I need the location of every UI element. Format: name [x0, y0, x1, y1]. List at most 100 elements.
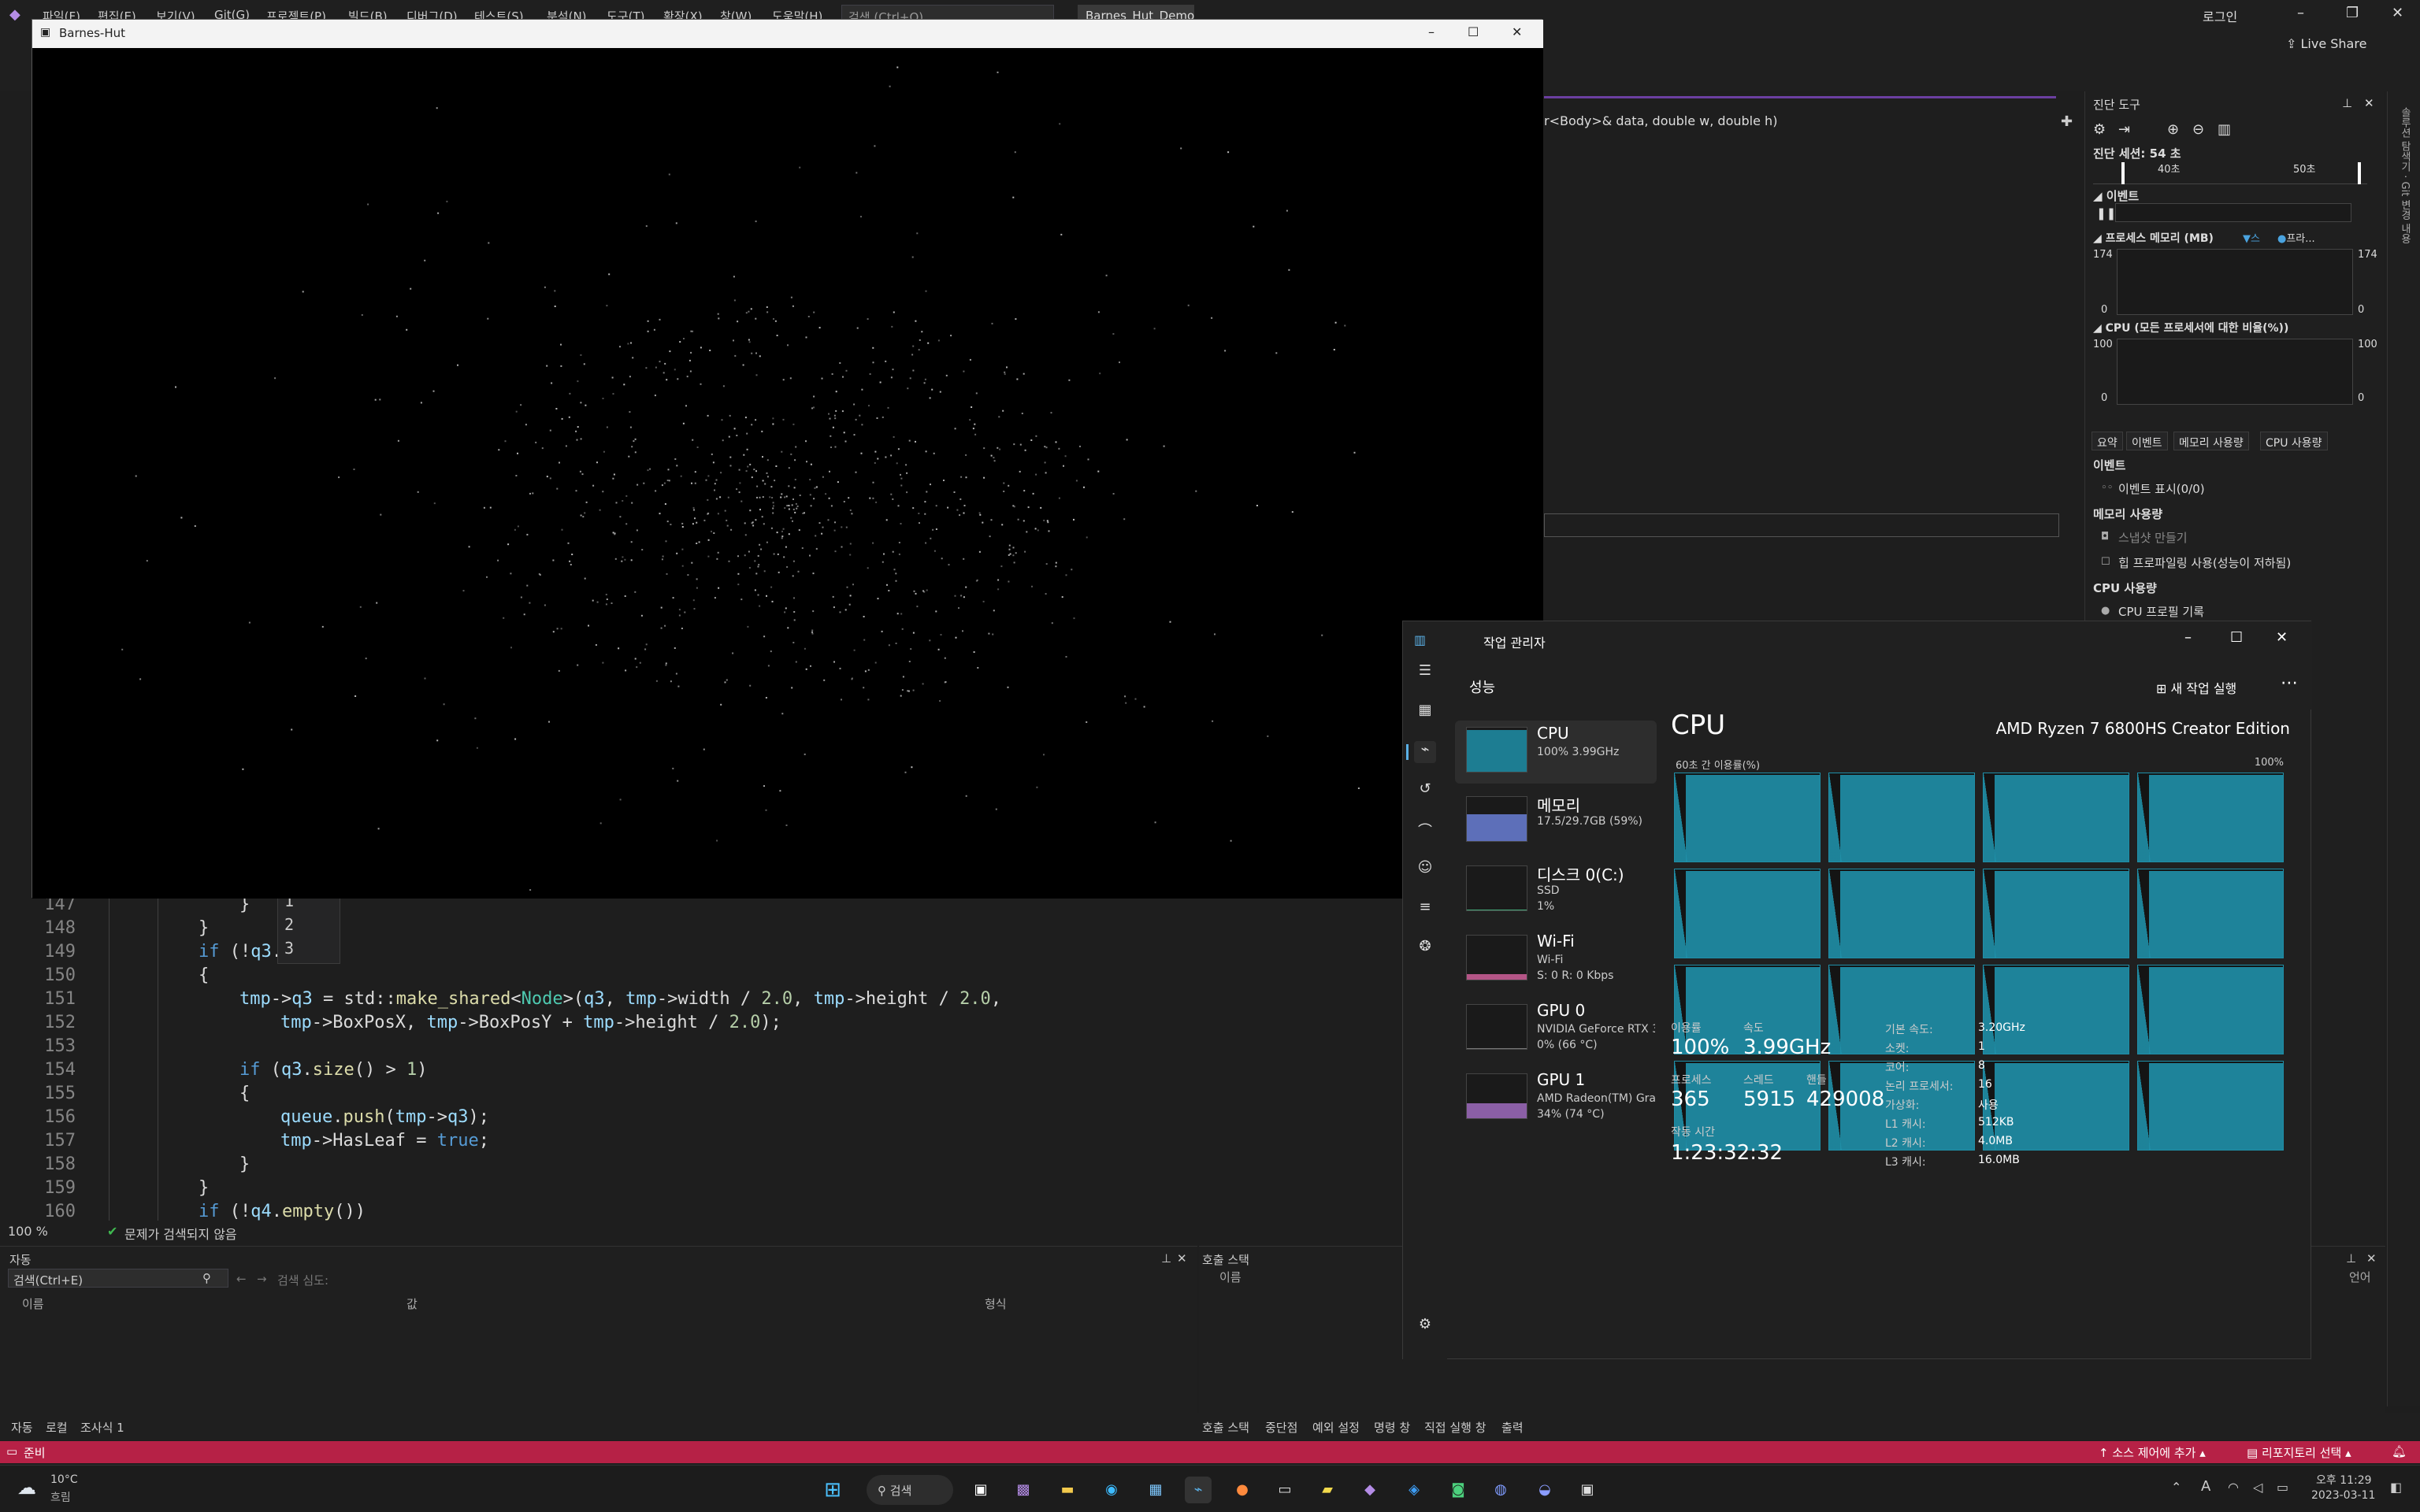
resource-item[interactable]: GPU 1 AMD Radeon(TM) Grap 34% (74 °C) — [1455, 1067, 1657, 1130]
firefox-icon[interactable]: ● — [1229, 1477, 1256, 1503]
tab-memory[interactable]: 메모리 사용량 — [2173, 432, 2249, 450]
sticky-notes-icon[interactable]: ▰ — [1314, 1477, 1341, 1503]
autos-search-input[interactable]: 검색(Ctrl+E) ⚲ — [8, 1269, 228, 1288]
store-icon[interactable]: ▦ — [1142, 1477, 1169, 1503]
right-rail-label[interactable]: 솔루션 탐색기 · Git 변경 내용 — [2397, 107, 2412, 244]
cpu-heading[interactable]: ◢ CPU (모든 프로세서에 대한 비율(%)) — [2093, 320, 2288, 335]
tm-close-icon[interactable]: ✕ — [2276, 629, 2288, 646]
callstack-close-icon[interactable]: ✕ — [2366, 1251, 2377, 1266]
bh-minimize-icon[interactable]: – — [1428, 24, 1435, 39]
weather-icon[interactable]: ☁ — [17, 1477, 36, 1499]
right-tool-rail[interactable]: 솔루션 탐색기 · Git 변경 내용 — [2387, 91, 2420, 1406]
autos-col-name[interactable]: 이름 — [22, 1295, 44, 1312]
tab-autos[interactable]: 자동 — [11, 1419, 33, 1436]
zoom-in-icon[interactable]: ⊕ — [2167, 121, 2179, 138]
snapshot-button[interactable]: 스냅샷 만들기 — [2118, 529, 2188, 546]
chart-icon[interactable]: ▥ — [2218, 121, 2231, 138]
performance-icon[interactable]: ⌁ — [1414, 741, 1436, 763]
resource-item[interactable]: Wi-Fi Wi-Fi S: 0 R: 0 Kbps — [1455, 928, 1657, 991]
tm-settings-icon[interactable]: ⚙ — [1414, 1316, 1436, 1338]
start-icon[interactable]: ⊞ — [819, 1477, 846, 1503]
edge-icon[interactable]: ◉ — [1098, 1477, 1125, 1503]
file-explorer-icon[interactable]: ▬ — [1054, 1477, 1081, 1503]
resource-item[interactable]: 디스크 0(C:) SSD 1% — [1455, 859, 1657, 922]
callstack-col-lang[interactable]: 언어 — [2349, 1269, 2371, 1285]
login-button[interactable]: 로그인 — [2203, 6, 2237, 25]
autos-col-type[interactable]: 형식 — [985, 1295, 1007, 1312]
timeline-handle-left[interactable] — [2121, 162, 2125, 184]
repo-select-button[interactable]: ▤ 리포지토리 선택 ▴ — [2247, 1444, 2351, 1461]
startup-icon[interactable]: ⌒ — [1414, 820, 1436, 842]
diag-close-icon[interactable]: ✕ — [2364, 96, 2374, 110]
editor-horizontal-scrollbar[interactable] — [1544, 513, 2059, 537]
bh-maximize-icon[interactable]: ☐ — [1468, 24, 1479, 39]
show-events-link[interactable]: 이벤트 표시(0/0) — [2118, 480, 2205, 497]
barnes-hut-window[interactable]: ▣ Barnes-Hut – ☐ ✕ — [32, 19, 1543, 899]
barnes-hut-taskbar-icon[interactable]: ▣ — [1574, 1477, 1601, 1503]
visual-studio-icon[interactable]: ◆ — [1357, 1477, 1383, 1503]
autos-pin-icon[interactable]: ⊥ — [1161, 1251, 1171, 1266]
battery-icon[interactable]: ▭ — [2277, 1480, 2288, 1495]
details-icon[interactable]: ≡ — [1414, 899, 1436, 921]
tab-callstack[interactable]: 호출 스택 — [1202, 1419, 1249, 1436]
notification-bell-icon[interactable]: 🔔︎ — [2392, 1444, 2407, 1458]
notification-icon[interactable]: ◧ — [2390, 1480, 2402, 1495]
zoom-out-icon[interactable]: ⊖ — [2192, 121, 2204, 138]
tab-output[interactable]: 출력 — [1501, 1419, 1524, 1436]
autos-close-icon[interactable]: ✕ — [1177, 1251, 1187, 1266]
add-icon[interactable]: ✚ — [2061, 113, 2073, 130]
jetbrains-icon[interactable]: ◙ — [1445, 1477, 1472, 1503]
forward-arrow-icon[interactable]: → — [257, 1272, 267, 1286]
events-heading[interactable]: ◢ 이벤트 — [2093, 187, 2139, 204]
more-options-icon[interactable]: ⋯ — [2281, 673, 2298, 693]
tm-maximize-icon[interactable]: ☐ — [2230, 629, 2243, 646]
settings-icon[interactable]: ⚙ — [2093, 121, 2106, 138]
resource-item[interactable]: CPU 100% 3.99GHz — [1455, 721, 1657, 784]
autocomplete-popup[interactable]: 1 2 3 — [277, 888, 340, 964]
issues-text[interactable]: 문제가 검색되지 않음 — [124, 1224, 237, 1243]
tab-exceptions[interactable]: 예외 설정 — [1312, 1419, 1360, 1436]
vs-close-icon[interactable]: ✕ — [2392, 5, 2403, 21]
app-icon-2[interactable]: ◍ — [1487, 1477, 1514, 1503]
resource-item[interactable]: 메모리 17.5/29.7GB (59%) — [1455, 790, 1657, 853]
callstack-col-name[interactable]: 이름 — [1219, 1269, 1242, 1285]
history-icon[interactable]: ↺ — [1414, 780, 1436, 802]
wifi-icon[interactable]: ◠ — [2228, 1480, 2239, 1495]
terminal-icon[interactable]: ▭ — [1271, 1477, 1298, 1503]
checkbox-icon[interactable]: ☐ — [2101, 556, 2110, 568]
live-share-button[interactable]: ⇪ Live Share — [2286, 36, 2366, 51]
tab-cpu[interactable]: CPU 사용량 — [2260, 432, 2328, 450]
resource-item[interactable]: GPU 0 NVIDIA GeForce RTX 3(0% (66 °C) — [1455, 998, 1657, 1061]
memory-heading[interactable]: ◢ 프로세스 메모리 (MB) — [2093, 230, 2214, 246]
search-icon[interactable]: ⚲ — [202, 1271, 211, 1285]
vs-minimize-icon[interactable]: – — [2297, 5, 2304, 21]
users-icon[interactable]: ☺ — [1414, 859, 1436, 881]
source-control-button[interactable]: ↑ 소스 제어에 추가 ▴ — [2099, 1444, 2206, 1461]
tab-events[interactable]: 이벤트 — [2126, 432, 2168, 450]
clock-date[interactable]: 2023-03-11 — [2311, 1489, 2375, 1502]
callstack-pin-icon[interactable]: ⊥ — [2346, 1251, 2356, 1266]
tab-watch[interactable]: 조사식 1 — [80, 1419, 124, 1436]
autocomplete-item[interactable]: 2 — [278, 913, 340, 936]
chat-icon[interactable]: ▩ — [1010, 1477, 1037, 1503]
services-icon[interactable]: ❂ — [1414, 938, 1436, 960]
task-view-icon[interactable]: ▣ — [967, 1477, 994, 1503]
tab-locals[interactable]: 로컬 — [46, 1419, 68, 1436]
task-manager-titlebar[interactable]: ▥ 작업 관리자 – ☐ ✕ — [1403, 621, 2312, 662]
autocomplete-item[interactable]: 3 — [278, 936, 340, 960]
tab-breakpoints[interactable]: 중단점 — [1265, 1419, 1297, 1436]
zoom-level[interactable]: 100 % — [8, 1224, 48, 1239]
vs-maximize-icon[interactable]: ❐ — [2346, 5, 2359, 21]
weather-desc[interactable]: 흐림 — [50, 1489, 71, 1505]
barnes-hut-titlebar[interactable]: ▣ Barnes-Hut – ☐ ✕ — [32, 20, 1543, 48]
tray-chevron-icon[interactable]: ⌃ — [2171, 1480, 2181, 1495]
new-task-button[interactable]: ⊞ 새 작업 실행 — [2156, 678, 2236, 697]
volume-icon[interactable]: ◁ — [2253, 1480, 2262, 1495]
taskbar-search[interactable]: ⚲ 검색 — [867, 1475, 953, 1505]
ime-indicator[interactable]: A — [2201, 1478, 2210, 1495]
pause-icon[interactable]: ❚❚ — [2096, 206, 2116, 220]
timeline-handle-right[interactable] — [2358, 162, 2361, 184]
timeline-ruler[interactable]: 40초 50초 — [2093, 161, 2367, 184]
vscode-icon[interactable]: ◈ — [1401, 1477, 1427, 1503]
tab-command[interactable]: 명령 창 — [1374, 1419, 1410, 1436]
